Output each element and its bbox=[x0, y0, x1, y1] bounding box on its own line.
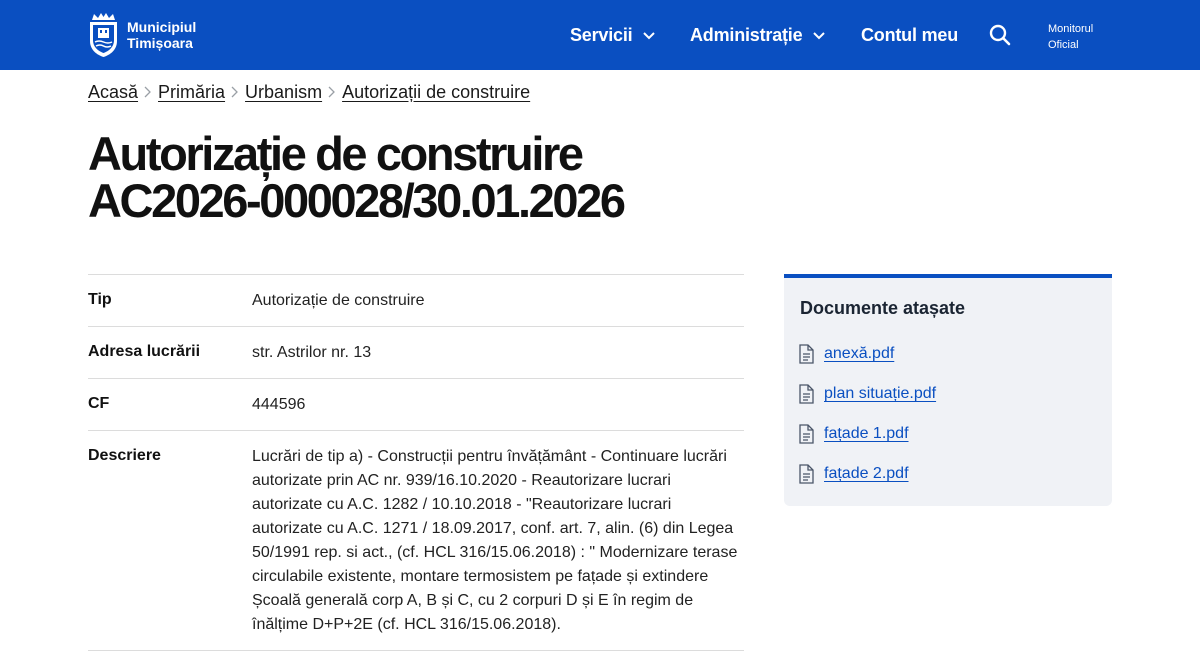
breadcrumb-autorizatii[interactable]: Autorizații de construire bbox=[342, 81, 530, 103]
page-title: Autorizație de construire AC2026-000028/… bbox=[88, 130, 888, 224]
details-row-descriere: Descriere Lucrări de tip a) - Construcți… bbox=[88, 431, 744, 651]
document-link[interactable]: fațade 1.pdf bbox=[824, 425, 909, 443]
coat-of-arms-icon bbox=[90, 13, 117, 57]
chevron-right-icon bbox=[322, 85, 342, 99]
chevron-down-icon bbox=[643, 32, 656, 40]
file-document-icon bbox=[799, 424, 814, 444]
document-item[interactable]: plan situație.pdf bbox=[798, 384, 936, 404]
chevron-right-icon bbox=[138, 85, 158, 99]
page-title-line1: Autorizație de construire bbox=[88, 127, 584, 180]
monitor-line1: Monitorul bbox=[1048, 23, 1094, 35]
breadcrumb: Acasă Primăria Urbanism Autorizații de c… bbox=[88, 81, 530, 103]
logo-line2: Timișoara bbox=[127, 34, 193, 51]
document-link[interactable]: fațade 2.pdf bbox=[824, 465, 909, 483]
details-label: Tip bbox=[88, 291, 112, 308]
details-row-adresa: Adresa lucrării str. Astrilor nr. 13 bbox=[88, 327, 744, 379]
site-logo[interactable]: Municipiul Timișoara bbox=[88, 11, 196, 58]
top-navigation-bar: Municipiul Timișoara Servicii Administra… bbox=[0, 0, 1200, 70]
file-document-icon bbox=[799, 464, 814, 484]
breadcrumb-acasa[interactable]: Acasă bbox=[88, 81, 138, 103]
details-table: Tip Autorizație de construire Adresa luc… bbox=[88, 274, 744, 651]
document-link[interactable]: anexă.pdf bbox=[824, 345, 894, 363]
details-label: CF bbox=[88, 395, 110, 412]
breadcrumb-primaria[interactable]: Primăria bbox=[158, 81, 225, 103]
logo-line1: Municipiul bbox=[127, 18, 197, 35]
search-icon[interactable] bbox=[989, 24, 1011, 46]
document-item[interactable]: fațade 2.pdf bbox=[798, 464, 909, 484]
page-title-line2: AC2026-000028/30.01.2026 bbox=[88, 174, 626, 227]
breadcrumb-urbanism[interactable]: Urbanism bbox=[245, 81, 322, 103]
document-item[interactable]: anexă.pdf bbox=[798, 344, 894, 364]
nav-servicii[interactable]: Servicii bbox=[570, 0, 656, 70]
file-document-icon bbox=[799, 384, 814, 404]
details-label: Descriere bbox=[88, 447, 161, 464]
monitorul-oficial-link[interactable]: Monitorul Oficial bbox=[1048, 21, 1093, 53]
document-link[interactable]: plan situație.pdf bbox=[824, 385, 936, 403]
file-document-icon bbox=[799, 344, 814, 364]
details-label: Adresa lucrării bbox=[88, 343, 201, 360]
nav-contul-meu[interactable]: Contul meu bbox=[861, 0, 958, 70]
details-row-tip: Tip Autorizație de construire bbox=[88, 275, 744, 327]
nav-contul-meu-label: Contul meu bbox=[861, 24, 958, 45]
chevron-right-icon bbox=[225, 85, 245, 99]
nav-administratie[interactable]: Administrație bbox=[690, 0, 826, 70]
nav-servicii-label: Servicii bbox=[570, 24, 633, 45]
attached-documents-panel: Documente atașate anexă.pdf plan situați… bbox=[784, 274, 1112, 506]
details-row-cf: CF 444596 bbox=[88, 379, 744, 431]
attached-documents-title: Documente atașate bbox=[800, 298, 966, 318]
nav-administratie-label: Administrație bbox=[690, 24, 803, 45]
document-item[interactable]: fațade 1.pdf bbox=[798, 424, 909, 444]
details-value: Lucrări de tip a) - Construcții pentru î… bbox=[252, 448, 738, 633]
details-value: str. Astrilor nr. 13 bbox=[252, 344, 372, 361]
chevron-down-icon bbox=[813, 32, 826, 40]
details-value: 444596 bbox=[252, 396, 306, 413]
monitor-line2: Oficial bbox=[1048, 39, 1079, 51]
details-value: Autorizație de construire bbox=[252, 292, 425, 309]
logo-text: Municipiul Timișoara bbox=[127, 19, 196, 51]
